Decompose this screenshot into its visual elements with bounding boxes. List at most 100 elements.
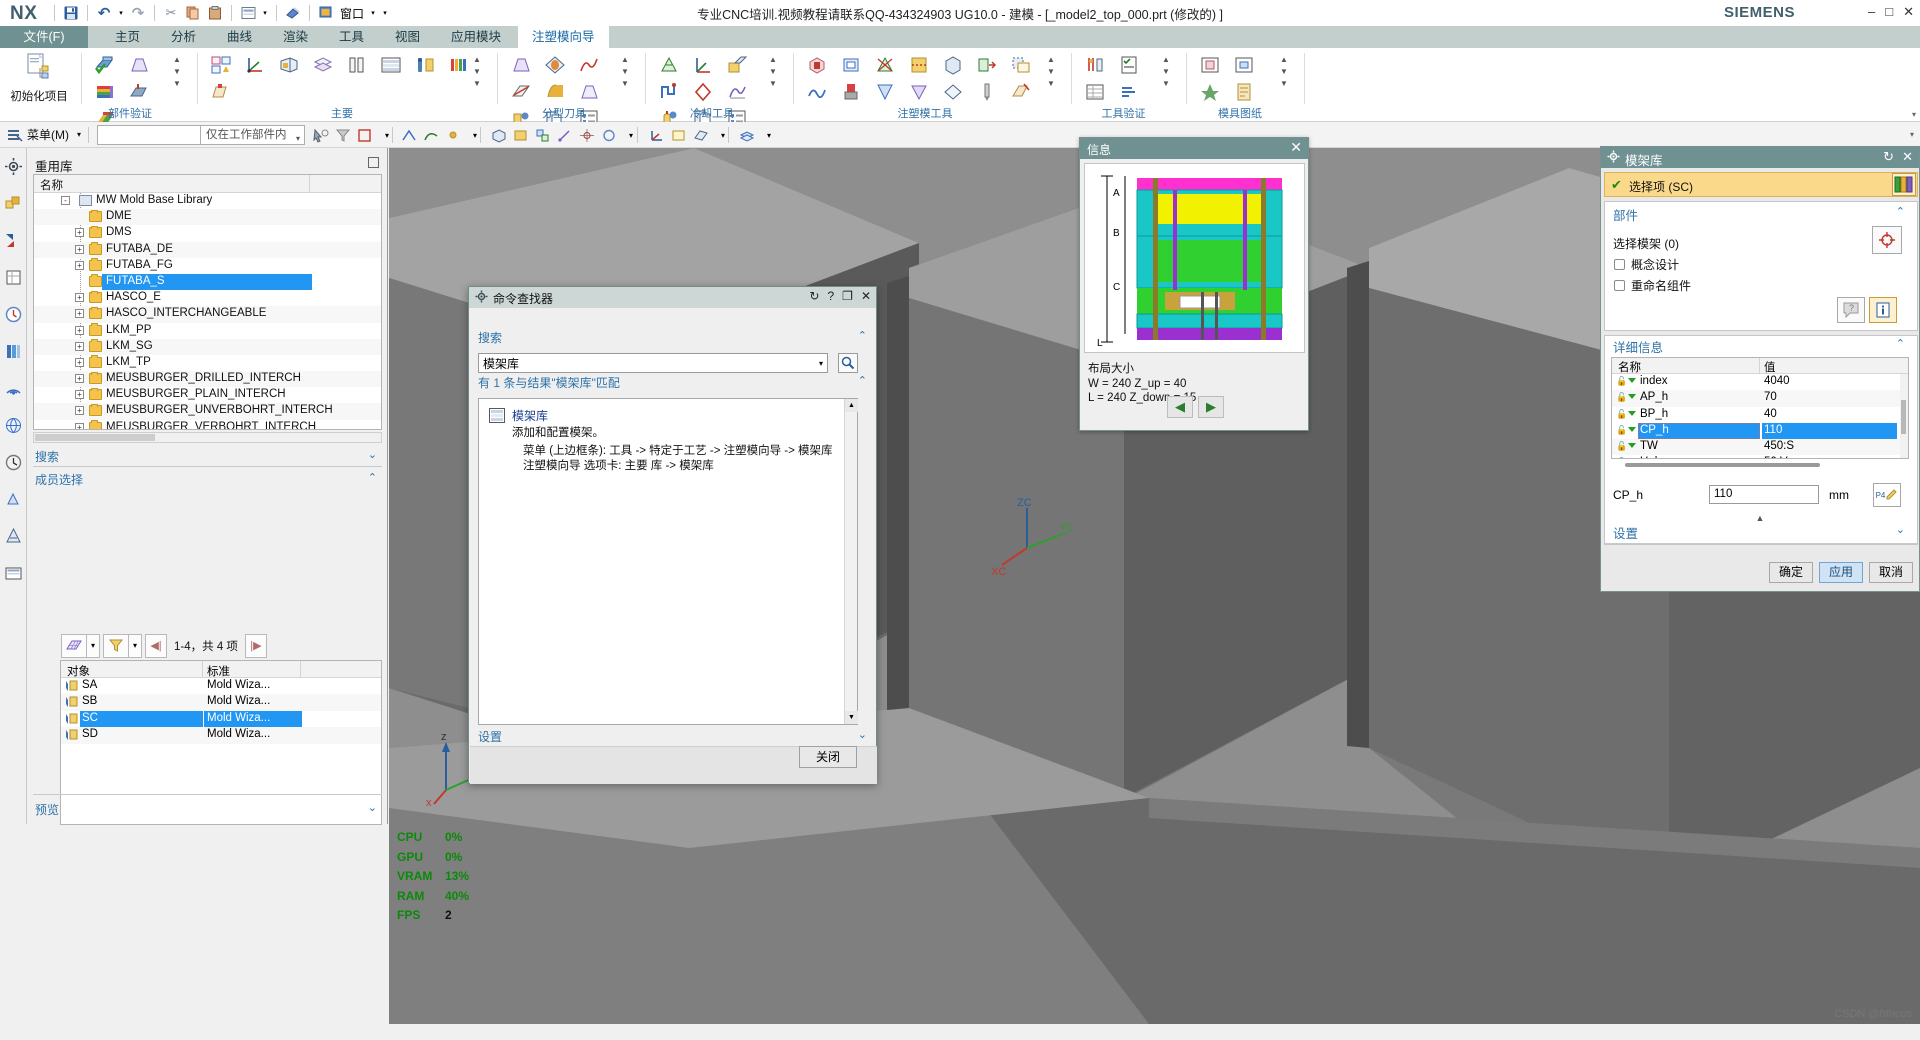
maximize-icon[interactable]: ❐ (842, 289, 853, 303)
cavity-layout-icon[interactable] (340, 51, 374, 78)
draft-analysis-icon[interactable] (122, 51, 156, 78)
chevron-down-icon[interactable]: ▾ (819, 359, 823, 368)
menu-button[interactable]: 菜单(M) (27, 125, 69, 145)
expander-icon[interactable]: + (75, 374, 84, 384)
tool-compare-icon[interactable] (1112, 78, 1146, 105)
extrude-body-icon[interactable] (936, 51, 970, 78)
enlarge-face-icon[interactable] (1004, 51, 1038, 78)
shrinkage-icon[interactable] (272, 51, 306, 78)
wave-link-icon[interactable] (800, 78, 834, 105)
search-combo[interactable]: ▾ (478, 353, 828, 373)
group-scroll-arrows[interactable]: ▲ ▼ ▼ (1278, 54, 1290, 90)
workpiece-icon[interactable] (306, 51, 340, 78)
tool-checklist-icon[interactable] (1112, 51, 1146, 78)
command-finder-dialog[interactable]: 命令查找器 ↻ ? ❐ ✕ 搜索 ⌃ ▾ 有 1 条与结果"模架库"匹配 ⌃ 模… (468, 286, 877, 784)
tree-item-lkm-sg[interactable]: + LKM_SG (34, 338, 381, 355)
result-item-title[interactable]: 模架库 (512, 407, 548, 424)
rail-item-history[interactable] (0, 296, 27, 333)
more-select-icon[interactable] (600, 126, 618, 144)
unlock-icon[interactable]: 🔓 (1616, 425, 1627, 436)
close-button[interactable]: ✕ (1903, 4, 1914, 20)
last-page-button[interactable]: |▶ (244, 633, 267, 658)
dropdown-triangle-icon[interactable] (1628, 426, 1636, 432)
expander-icon[interactable]: + (75, 228, 84, 238)
sketch-select-icon[interactable] (556, 126, 574, 144)
expand-handle[interactable]: ▲ (1601, 513, 1919, 523)
close-button[interactable]: 关闭 (799, 746, 857, 768)
member-select-table[interactable]: 对象 标准 SA Mold Wiza... SB Mold Wiza... SC (60, 660, 382, 825)
check-tool-icon[interactable] (1078, 51, 1112, 78)
split-solid-icon[interactable] (902, 51, 936, 78)
reuse-library-tree[interactable]: 名称 - MW Mold Base Library DME + DMS + FU… (33, 174, 382, 430)
search-button[interactable] (838, 353, 858, 373)
rail-item-reuse-library[interactable] (0, 148, 27, 185)
tree-item-hasco-e[interactable]: + HASCO_E (34, 290, 381, 306)
dropdown-triangle-icon[interactable] (1628, 394, 1636, 400)
field-value-input[interactable]: 110 (1709, 485, 1819, 504)
parting-line-icon[interactable] (504, 78, 538, 105)
next-button[interactable]: ▶ (1198, 396, 1224, 418)
body-select-icon[interactable] (490, 126, 508, 144)
tree-item-futaba-de[interactable]: + FUTABA_DE (34, 241, 381, 258)
tab-curve[interactable]: 曲线 (213, 26, 266, 48)
scroll-up-icon[interactable]: ▲ (845, 399, 858, 412)
chevron-up-icon[interactable]: ⌃ (368, 471, 377, 484)
details-horizontal-scrollbar[interactable] (1625, 463, 1820, 467)
replace-face-icon[interactable] (970, 51, 1004, 78)
help-icon[interactable]: ? (827, 289, 834, 303)
chevron-up-icon[interactable]: ⌃ (858, 374, 867, 387)
feature-select-icon[interactable] (512, 126, 530, 144)
chevron-down-icon[interactable]: ⌄ (1896, 523, 1905, 536)
minimize-button[interactable]: – (1868, 4, 1875, 20)
cooling-extend-icon[interactable] (686, 78, 720, 105)
details-row[interactable]: 🔓 U_h 50:V (1612, 455, 1908, 458)
dropdown-triangle-icon[interactable] (1628, 443, 1636, 449)
tab-view[interactable]: 视图 (381, 26, 434, 48)
project-init-icon[interactable] (204, 51, 238, 78)
dock-icon[interactable] (368, 157, 379, 168)
chevron-up-icon[interactable]: ⌃ (1896, 205, 1905, 218)
mold-base-library-dialog[interactable]: 模架库 ↻ ✕ ✔ 选择项 (SC) 部件 ⌃ 选择模架 (0) 概念设计 重命… (1600, 146, 1920, 592)
tree-item-meusburger-plain[interactable]: + MEUSBURGER_PLAIN_INTERCH (34, 387, 381, 403)
details-row[interactable]: 🔓 BP_h 40 (1612, 407, 1908, 423)
chevron-down-icon[interactable]: ▾ (714, 126, 732, 144)
init-project-button[interactable]: 初始化项目 (8, 52, 70, 104)
mold-trim-icon[interactable] (868, 78, 902, 105)
rail-item-internet[interactable] (0, 407, 27, 444)
unlock-icon[interactable]: 🔓 (1616, 392, 1627, 403)
close-icon[interactable]: ✕ (1290, 139, 1302, 156)
tree-item-lkm-pp[interactable]: + LKM_PP (34, 323, 381, 339)
scroll-down-icon[interactable]: ▼ (845, 711, 858, 724)
chevron-down-icon[interactable]: ▾ (466, 126, 484, 144)
tree-item-meusburger-verbohrt[interactable]: + MEUSBURGER_VERBOHRT_INTERCH (34, 420, 381, 429)
dropdown-triangle-icon[interactable] (1628, 410, 1636, 416)
chevron-down-icon[interactable]: ▾ (760, 126, 778, 144)
tab-application-modules[interactable]: 应用模块 (437, 26, 515, 48)
tree-item-meusburger-drilled[interactable]: + MEUSBURGER_DRILLED_INTERCH (34, 371, 381, 388)
filter-button[interactable] (103, 633, 129, 658)
table-row[interactable]: SA Mold Wiza... (61, 678, 381, 694)
group-scroll-arrows[interactable]: ▲ ▼ ▼ (619, 54, 631, 90)
tree-item-lkm-tp[interactable]: + LKM_TP (34, 355, 381, 371)
chevron-down-icon[interactable]: ⌄ (858, 728, 867, 741)
expander-icon[interactable]: + (75, 341, 84, 351)
tree-item-futaba-fg[interactable]: + FUTABA_FG (34, 258, 381, 274)
mold-bom-icon[interactable] (1227, 78, 1261, 105)
rail-item-process[interactable] (0, 481, 27, 518)
concept-design-checkbox[interactable] (1614, 259, 1625, 270)
chevron-down-icon[interactable]: ⌄ (368, 448, 377, 461)
cancel-button[interactable]: 取消 (1869, 562, 1913, 583)
wcs-icon[interactable] (648, 126, 666, 144)
snap-point-icon[interactable] (578, 126, 596, 144)
maximize-button[interactable]: □ (1885, 4, 1893, 20)
unlock-icon[interactable]: 🔓 (1616, 441, 1627, 452)
tab-analysis[interactable]: 分析 (157, 26, 210, 48)
result-list[interactable]: 模架库 添加和配置模架。 菜单 (上边框条): 工具 -> 特定于工艺 -> 注… (478, 398, 858, 725)
expander-icon[interactable]: + (75, 422, 84, 429)
cooling-connect-icon[interactable] (652, 78, 686, 105)
field-tool-button[interactable]: P4 (1873, 483, 1901, 507)
surface-patch-icon[interactable] (538, 78, 572, 105)
rail-item-roles[interactable] (0, 518, 27, 555)
select-object-icon[interactable] (312, 126, 330, 144)
bom-icon[interactable] (1078, 78, 1112, 105)
